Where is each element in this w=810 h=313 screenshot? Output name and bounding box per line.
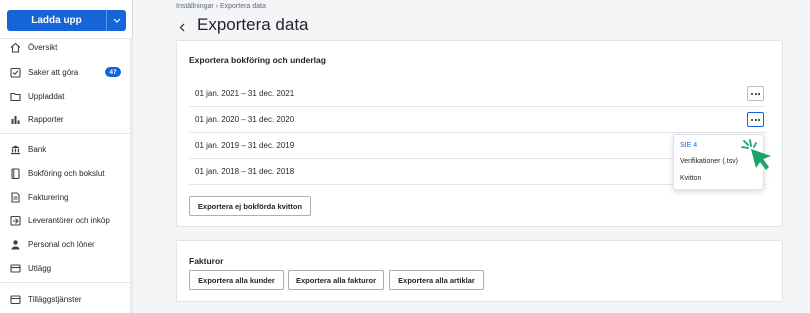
sidebar-item-bokforing[interactable]: Bokföring och bokslut — [0, 163, 132, 183]
sidebar-item-label: Saker att göra — [28, 67, 79, 77]
page-title: Exportera data — [197, 15, 309, 34]
sidebar-divider — [0, 282, 133, 283]
sidebar-item-label: Fakturering — [28, 192, 69, 202]
menu-item-sie4[interactable]: SIE 4 — [680, 142, 697, 149]
sidebar-item-label: Uppladdat — [28, 91, 65, 101]
chevron-down-icon — [113, 18, 120, 23]
todo-count-badge: 47 — [105, 67, 121, 77]
menu-item-verifikationer[interactable]: Verifikationer (.tsv) — [680, 158, 738, 165]
export-all-invoices-button[interactable]: Exportera alla fakturor — [288, 270, 384, 290]
addon-icon — [9, 293, 21, 305]
export-all-customers-button[interactable]: Exportera alla kunder — [189, 270, 284, 290]
menu-item-kvitton[interactable]: Kvitton — [680, 175, 701, 182]
person-icon — [9, 238, 21, 250]
supplier-icon — [9, 214, 21, 226]
sidebar-item-tillaggstjanster[interactable]: Tilläggstjänster — [0, 289, 132, 309]
pointer-cursor-icon — [741, 139, 771, 170]
upload-button[interactable]: Ladda upp — [7, 10, 106, 31]
expense-icon — [9, 262, 21, 274]
sidebar-item-uppladdat[interactable]: Uppladdat — [0, 86, 132, 106]
period-row: 01 jan. 2021 – 31 dec. 2021 — [189, 81, 766, 107]
bar-chart-icon — [9, 113, 21, 125]
period-label: 01 jan. 2019 – 31 dec. 2019 — [195, 141, 295, 150]
chevron-left-icon — [179, 23, 185, 31]
period-label: 01 jan. 2021 – 31 dec. 2021 — [195, 89, 295, 98]
sidebar: Ladda upp Översikt Saker att göra 47 Upp… — [0, 0, 133, 313]
export-all-articles-button[interactable]: Exportera alla artiklar — [389, 270, 484, 290]
sidebar-item-label: Bokföring och bokslut — [28, 168, 105, 178]
sidebar-item-rapporter[interactable]: Rapporter — [0, 109, 132, 129]
sidebar-item-utlagg[interactable]: Utlägg — [0, 258, 132, 278]
period-label: 01 jan. 2020 – 31 dec. 2020 — [195, 115, 295, 124]
period-row: 01 jan. 2020 – 31 dec. 2020 — [189, 107, 766, 133]
back-button[interactable] — [176, 19, 188, 35]
invoices-section-title: Fakturor — [189, 256, 224, 266]
period-label: 01 jan. 2018 – 31 dec. 2018 — [195, 167, 295, 176]
sidebar-scrollbar[interactable] — [130, 38, 133, 313]
folder-icon — [9, 90, 21, 102]
sidebar-item-fakturering[interactable]: Fakturering — [0, 187, 132, 207]
sidebar-item-leverantorer[interactable]: Leverantörer och inköp — [0, 210, 132, 230]
sidebar-item-oversikt[interactable]: Översikt — [0, 37, 132, 57]
sidebar-item-personal[interactable]: Personal och löner — [0, 234, 132, 254]
sidebar-item-label: Tilläggstjänster — [28, 294, 82, 304]
sidebar-item-label: Utlägg — [28, 263, 52, 273]
sidebar-item-bank[interactable]: Bank — [0, 139, 132, 159]
home-icon — [9, 41, 21, 53]
ledger-icon — [9, 167, 21, 179]
upload-split-button: Ladda upp — [7, 10, 126, 31]
sidebar-item-label: Leverantörer och inköp — [28, 215, 110, 225]
sidebar-item-saker-att-gora[interactable]: Saker att göra 47 — [0, 62, 132, 82]
bookkeeping-section-title: Exportera bokföring och underlag — [189, 55, 326, 65]
checklist-icon — [9, 66, 21, 78]
sidebar-item-label: Bank — [28, 144, 47, 154]
upload-dropdown-button[interactable] — [106, 10, 126, 31]
more-options-button[interactable] — [747, 86, 764, 101]
invoice-icon — [9, 191, 21, 203]
export-unbooked-receipts-button[interactable]: Exportera ej bokförda kvitton — [189, 196, 311, 216]
sidebar-item-label: Översikt — [28, 42, 58, 52]
bank-icon — [9, 143, 21, 155]
sidebar-item-label: Personal och löner — [28, 239, 95, 249]
breadcrumb[interactable]: Inställningar › Exportera data — [176, 3, 266, 10]
sidebar-divider — [0, 133, 133, 134]
sidebar-item-label: Rapporter — [28, 114, 64, 124]
more-options-button[interactable] — [747, 112, 764, 127]
